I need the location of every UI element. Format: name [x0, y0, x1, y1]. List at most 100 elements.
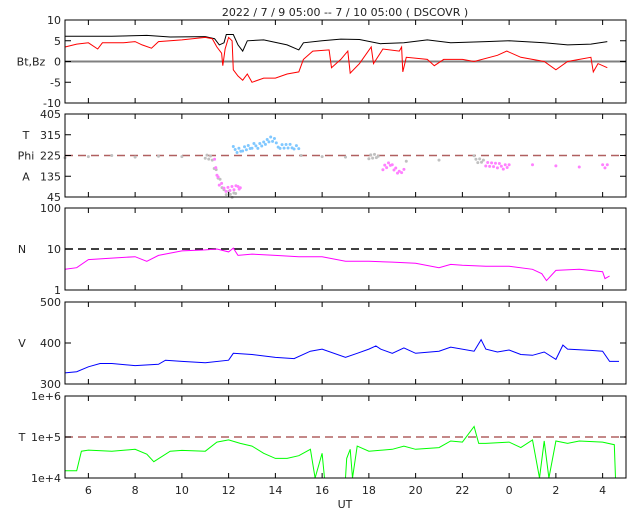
data-point — [404, 159, 408, 163]
chart-title: 2022 / 7 / 9 05:00 -- 7 / 10 05:00 ( DSC… — [222, 6, 468, 19]
x-tick-label: 22 — [455, 484, 469, 497]
y-tick-label: 1e+6 — [31, 390, 61, 403]
data-point — [320, 155, 324, 159]
y-axis-label: N — [18, 243, 26, 256]
data-point — [241, 149, 245, 153]
data-point — [605, 163, 609, 167]
data-point — [216, 175, 220, 179]
x-tick-label: 16 — [315, 484, 329, 497]
data-point — [402, 167, 406, 171]
x-tick-label: 18 — [362, 484, 376, 497]
data-point — [282, 146, 286, 150]
x-tick-label: 0 — [506, 484, 513, 497]
y-tick-label: 1e+5 — [31, 431, 61, 444]
data-point — [472, 154, 476, 158]
data-point — [492, 165, 496, 169]
y-tick-label: 0 — [54, 56, 61, 69]
y-tick-label: 225 — [40, 150, 61, 163]
data-point — [263, 142, 267, 146]
data-point — [437, 158, 441, 162]
x-tick-label: 20 — [409, 484, 423, 497]
data-point — [250, 146, 254, 150]
data-point — [224, 193, 228, 197]
data-point — [226, 185, 230, 189]
data-point — [110, 154, 114, 157]
y-axis-label: T — [22, 129, 30, 142]
y-tick-label: 135 — [40, 170, 61, 183]
data-point — [209, 154, 213, 158]
data-point — [278, 146, 282, 150]
data-point — [218, 177, 222, 181]
data-point — [501, 167, 505, 171]
data-point — [284, 143, 288, 147]
data-point — [371, 156, 375, 160]
data-point — [394, 166, 398, 170]
data-point — [271, 139, 275, 143]
panel-velocity: 500400300V — [18, 296, 627, 391]
data-point — [286, 146, 290, 150]
panel-imf: 1050-5-10Bt,Bz — [17, 14, 627, 110]
x-tick-label: 4 — [599, 484, 606, 497]
data-point — [484, 164, 488, 168]
y-tick-label: 500 — [40, 296, 61, 309]
y-tick-label: 1e+4 — [31, 472, 61, 485]
data-point — [603, 166, 607, 170]
data-point — [272, 136, 276, 140]
data-point — [252, 141, 256, 145]
data-point — [383, 163, 387, 167]
data-point — [180, 155, 184, 159]
data-point — [400, 171, 404, 175]
y-tick-label: 5 — [54, 35, 61, 48]
series-line-t — [65, 439, 325, 479]
data-point — [488, 164, 492, 168]
data-point — [344, 155, 347, 159]
solar-wind-chart: 2022 / 7 / 9 05:00 -- 7 / 10 05:00 ( DSC… — [17, 6, 627, 511]
data-point — [260, 144, 264, 148]
data-point — [274, 141, 278, 145]
y-tick-label: 400 — [40, 337, 61, 350]
y-axis-label: V — [18, 337, 26, 350]
panel-frame — [64, 301, 627, 385]
x-tick-label: 10 — [175, 484, 189, 497]
data-point — [369, 153, 373, 157]
data-point — [376, 154, 380, 158]
data-point — [481, 158, 485, 162]
data-point — [493, 161, 497, 165]
data-point — [233, 148, 237, 152]
data-point — [133, 155, 137, 159]
data-point — [531, 163, 534, 167]
data-point — [478, 157, 482, 161]
data-point — [228, 192, 232, 196]
data-point — [256, 146, 260, 150]
data-point — [495, 166, 499, 170]
data-point — [269, 135, 273, 139]
y-axis-label: A — [22, 170, 30, 183]
data-point — [297, 147, 301, 151]
data-point — [367, 157, 371, 161]
data-point — [235, 150, 239, 154]
data-point — [299, 154, 303, 157]
data-point — [222, 186, 226, 190]
data-point — [381, 168, 385, 172]
data-point — [601, 163, 605, 167]
x-axis-label: UT — [338, 498, 353, 511]
data-point — [207, 157, 211, 161]
data-point — [86, 155, 90, 159]
data-point — [280, 143, 284, 147]
data-point — [577, 165, 581, 169]
data-point — [243, 145, 247, 149]
data-point — [499, 164, 503, 168]
data-point — [476, 161, 480, 165]
series-line-n — [64, 247, 610, 282]
data-point — [486, 161, 490, 165]
data-point — [387, 161, 391, 165]
x-tick-label: 12 — [222, 484, 236, 497]
data-point — [294, 144, 298, 148]
x-tick-label: 6 — [85, 484, 92, 497]
data-point — [244, 148, 248, 152]
data-point — [220, 181, 224, 185]
data-point — [390, 163, 394, 167]
series-line-t — [345, 425, 616, 479]
y-tick-label: -5 — [50, 76, 61, 89]
series-line-bz — [64, 36, 608, 83]
